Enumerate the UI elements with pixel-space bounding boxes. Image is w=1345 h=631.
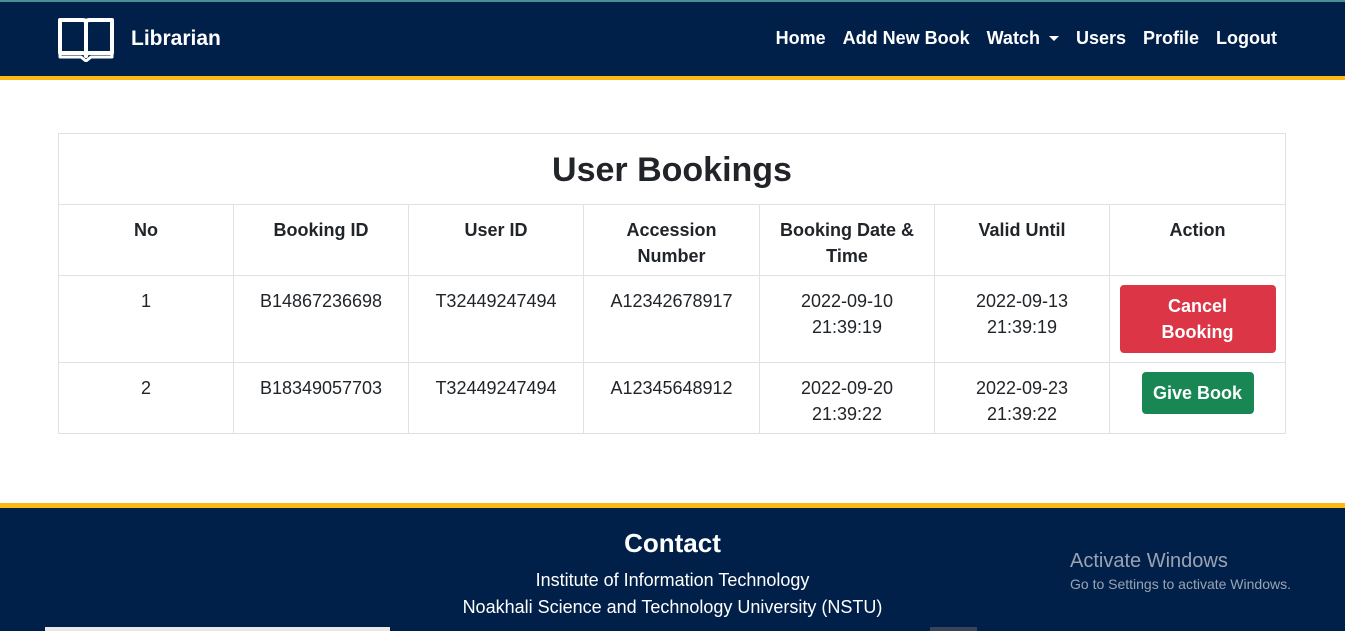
nav-watch-dropdown[interactable]: Watch xyxy=(987,28,1059,49)
column-header-action: Action xyxy=(1109,204,1286,276)
nav-add-new-book-link[interactable]: Add New Book xyxy=(843,28,970,49)
cell-no: 1 xyxy=(58,275,234,363)
brand-title: Librarian xyxy=(131,27,221,50)
valid-time: 21:39:22 xyxy=(986,404,1058,424)
cancel-booking-button[interactable]: Cancel Booking xyxy=(1119,285,1276,353)
table-header-row: No Booking ID User ID Accession Number B… xyxy=(58,204,1286,276)
cell-accession-number: A12345648912 xyxy=(583,362,760,434)
cell-booking-date-time: 2022-09-20 21:39:22 xyxy=(759,362,935,434)
cell-no: 2 xyxy=(58,362,234,434)
activate-windows-watermark: Activate Windows Go to Settings to activ… xyxy=(1070,550,1291,592)
nav-links: Home Add New Book Watch Users Profile Lo… xyxy=(759,28,1277,49)
cell-action: Cancel Booking xyxy=(1109,275,1286,363)
table-title: User Bookings xyxy=(58,133,1286,205)
table-row: 2 B18349057703 T32449247494 A12345648912… xyxy=(58,362,1286,434)
cell-valid-until: 2022-09-23 21:39:22 xyxy=(934,362,1110,434)
column-header-accession-number: Accession Number xyxy=(583,204,760,276)
nav-logout-link[interactable]: Logout xyxy=(1216,28,1277,49)
booking-date: 2022-09-20 xyxy=(800,378,894,398)
user-bookings-table: User Bookings No Booking ID User ID Acce… xyxy=(58,133,1286,434)
table-row: 1 B14867236698 T32449247494 A12342678917… xyxy=(58,275,1286,363)
cell-user-id: T32449247494 xyxy=(408,275,584,363)
valid-time: 21:39:19 xyxy=(986,317,1058,337)
brand-link[interactable]: Librarian xyxy=(57,16,221,62)
column-header-booking-date-time: Booking Date & Time xyxy=(759,204,935,276)
column-header-user-id: User ID xyxy=(408,204,584,276)
caret-down-icon xyxy=(1048,36,1059,41)
cell-action: Give Book xyxy=(1109,362,1286,434)
cell-valid-until: 2022-09-13 21:39:19 xyxy=(934,275,1110,363)
navbar-accent-stripe xyxy=(0,76,1345,80)
column-header-valid-until: Valid Until xyxy=(934,204,1110,276)
taskbar-search-box[interactable] xyxy=(45,627,390,631)
cell-booking-date-time: 2022-09-10 21:39:19 xyxy=(759,275,935,363)
booking-time: 21:39:22 xyxy=(811,404,883,424)
cell-accession-number: A12342678917 xyxy=(583,275,760,363)
taskbar-app-button[interactable] xyxy=(930,627,977,631)
valid-date: 2022-09-23 xyxy=(975,378,1069,398)
cell-user-id: T32449247494 xyxy=(408,362,584,434)
open-book-icon xyxy=(58,18,114,62)
navbar: Librarian Home Add New Book Watch Users … xyxy=(0,2,1345,76)
give-book-button[interactable]: Give Book xyxy=(1141,372,1254,414)
cell-booking-id: B18349057703 xyxy=(233,362,409,434)
booking-time: 21:39:19 xyxy=(811,317,883,337)
booking-date: 2022-09-10 xyxy=(800,291,894,311)
cell-booking-id: B14867236698 xyxy=(233,275,409,363)
nav-users-link[interactable]: Users xyxy=(1076,28,1126,49)
nav-watch-label: Watch xyxy=(986,28,1040,48)
watermark-title: Activate Windows xyxy=(1070,550,1228,572)
footer-university: Noakhali Science and Technology Universi… xyxy=(462,597,883,617)
valid-date: 2022-09-13 xyxy=(975,291,1069,311)
column-header-booking-id: Booking ID xyxy=(233,204,409,276)
nav-profile-link[interactable]: Profile xyxy=(1143,28,1199,49)
column-header-no: No xyxy=(58,204,234,276)
nav-home-link[interactable]: Home xyxy=(776,28,826,49)
watermark-subtitle: Go to Settings to activate Windows. xyxy=(1070,576,1291,592)
